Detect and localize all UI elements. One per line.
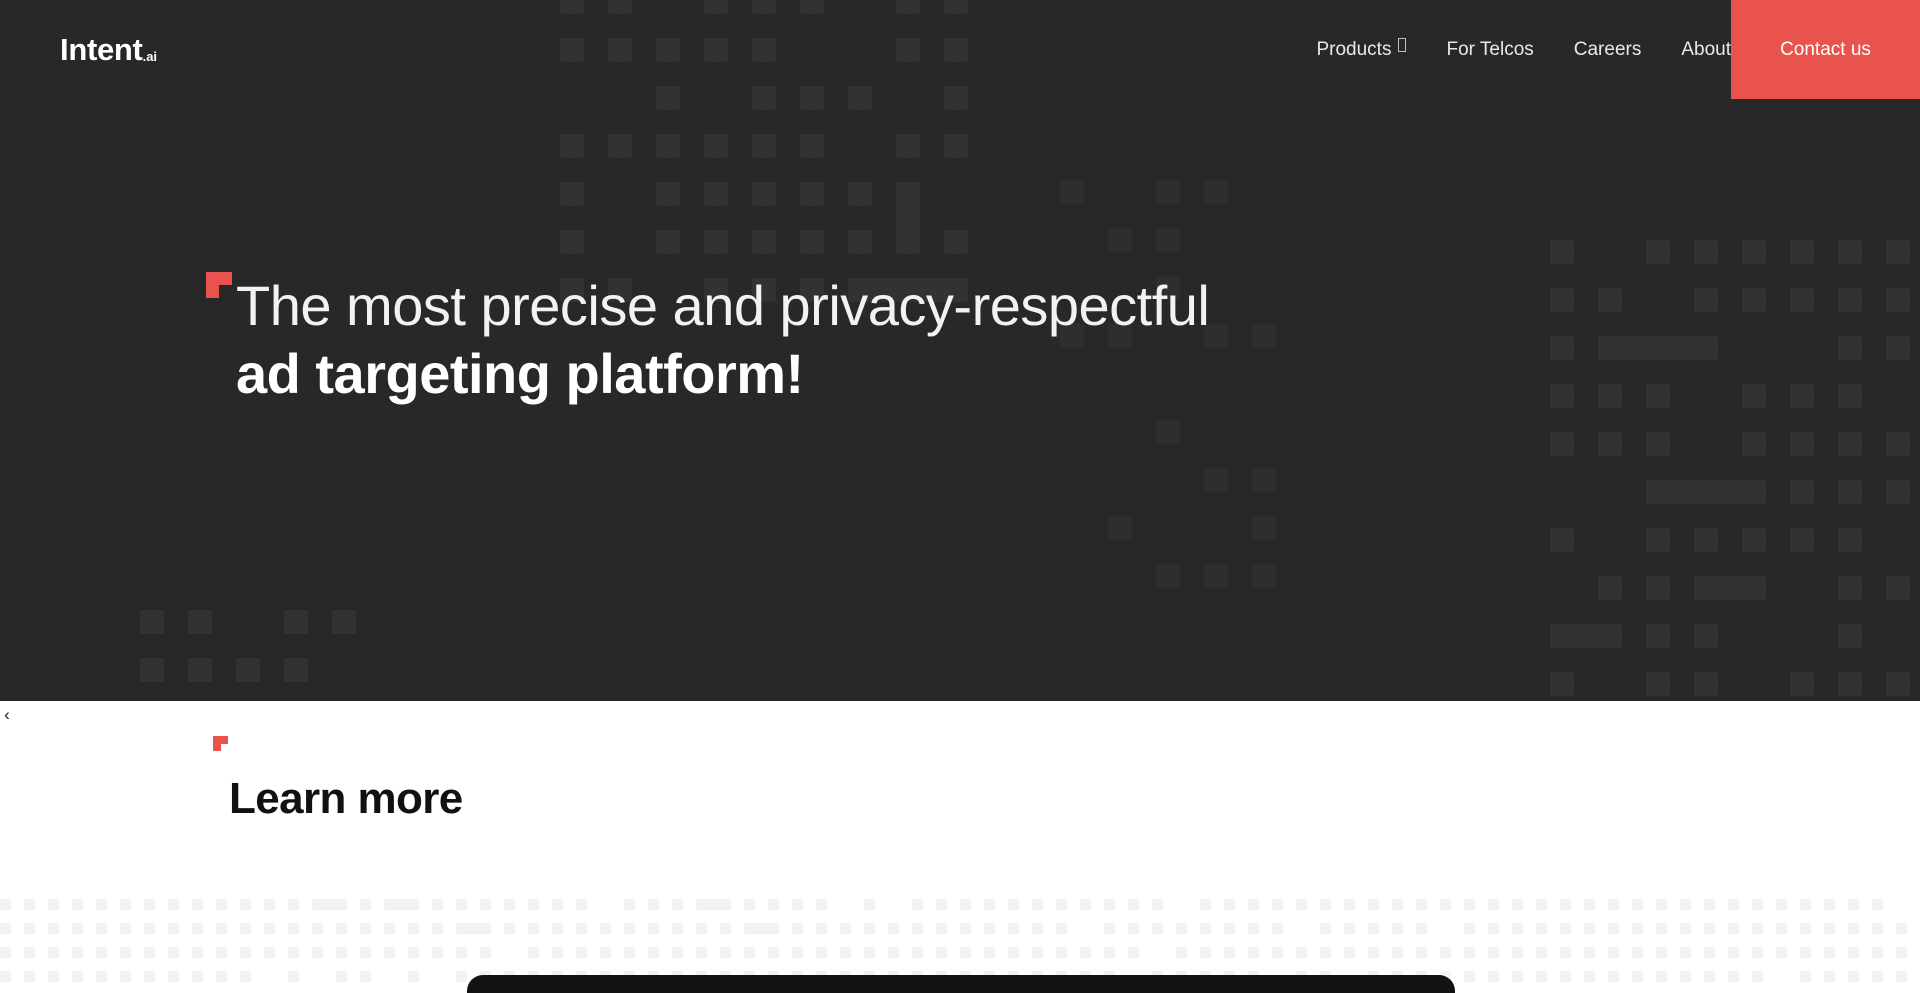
- red-corner-marker-small-icon: [213, 736, 228, 751]
- decor-pattern-right: [1550, 240, 1920, 700]
- carousel-prev-button[interactable]: ‹: [0, 701, 14, 727]
- hero-copy: The most precise and privacy-respectful …: [206, 272, 1210, 408]
- nav-item-products[interactable]: Products: [1316, 37, 1407, 62]
- contact-us-button[interactable]: Contact us: [1731, 0, 1920, 99]
- nav-item-careers-label: Careers: [1573, 38, 1642, 60]
- hero-heading-line-1: The most precise and privacy-respectful: [236, 274, 1210, 337]
- nav-item-for-telcos-label: For Telcos: [1446, 38, 1534, 60]
- nav-links: Products For Telcos Careers About: [1316, 0, 1731, 99]
- chevron-left-icon: ‹: [4, 704, 10, 724]
- hero-heading-line-2: ad targeting platform!: [236, 342, 804, 405]
- brand-logo-name: Intent: [60, 32, 143, 67]
- decor-pattern-left: [140, 610, 400, 701]
- nav-item-for-telcos[interactable]: For Telcos: [1446, 38, 1533, 62]
- nav-item-careers[interactable]: Careers: [1574, 38, 1642, 62]
- bottom-card[interactable]: [467, 975, 1455, 993]
- learn-more-heading-wrap: Learn more: [213, 736, 463, 826]
- brand-logo-suffix: .ai: [142, 49, 158, 64]
- learn-more-section: Learn more: [0, 701, 1920, 993]
- nav-item-about[interactable]: About: [1681, 38, 1731, 62]
- chevron-down-icon: [1398, 37, 1407, 52]
- top-navigation: Intent.ai Products For Telcos Careers Ab…: [0, 0, 1920, 99]
- nav-item-about-label: About: [1681, 38, 1731, 60]
- brand-logo[interactable]: Intent.ai: [60, 30, 157, 76]
- learn-more-title: Learn more: [229, 774, 463, 823]
- page-root: Intent.ai Products For Telcos Careers Ab…: [0, 0, 1920, 993]
- nav-item-products-label: Products: [1316, 38, 1392, 60]
- hero-section: Intent.ai Products For Telcos Careers Ab…: [0, 0, 1920, 701]
- red-corner-marker-icon: [206, 272, 232, 298]
